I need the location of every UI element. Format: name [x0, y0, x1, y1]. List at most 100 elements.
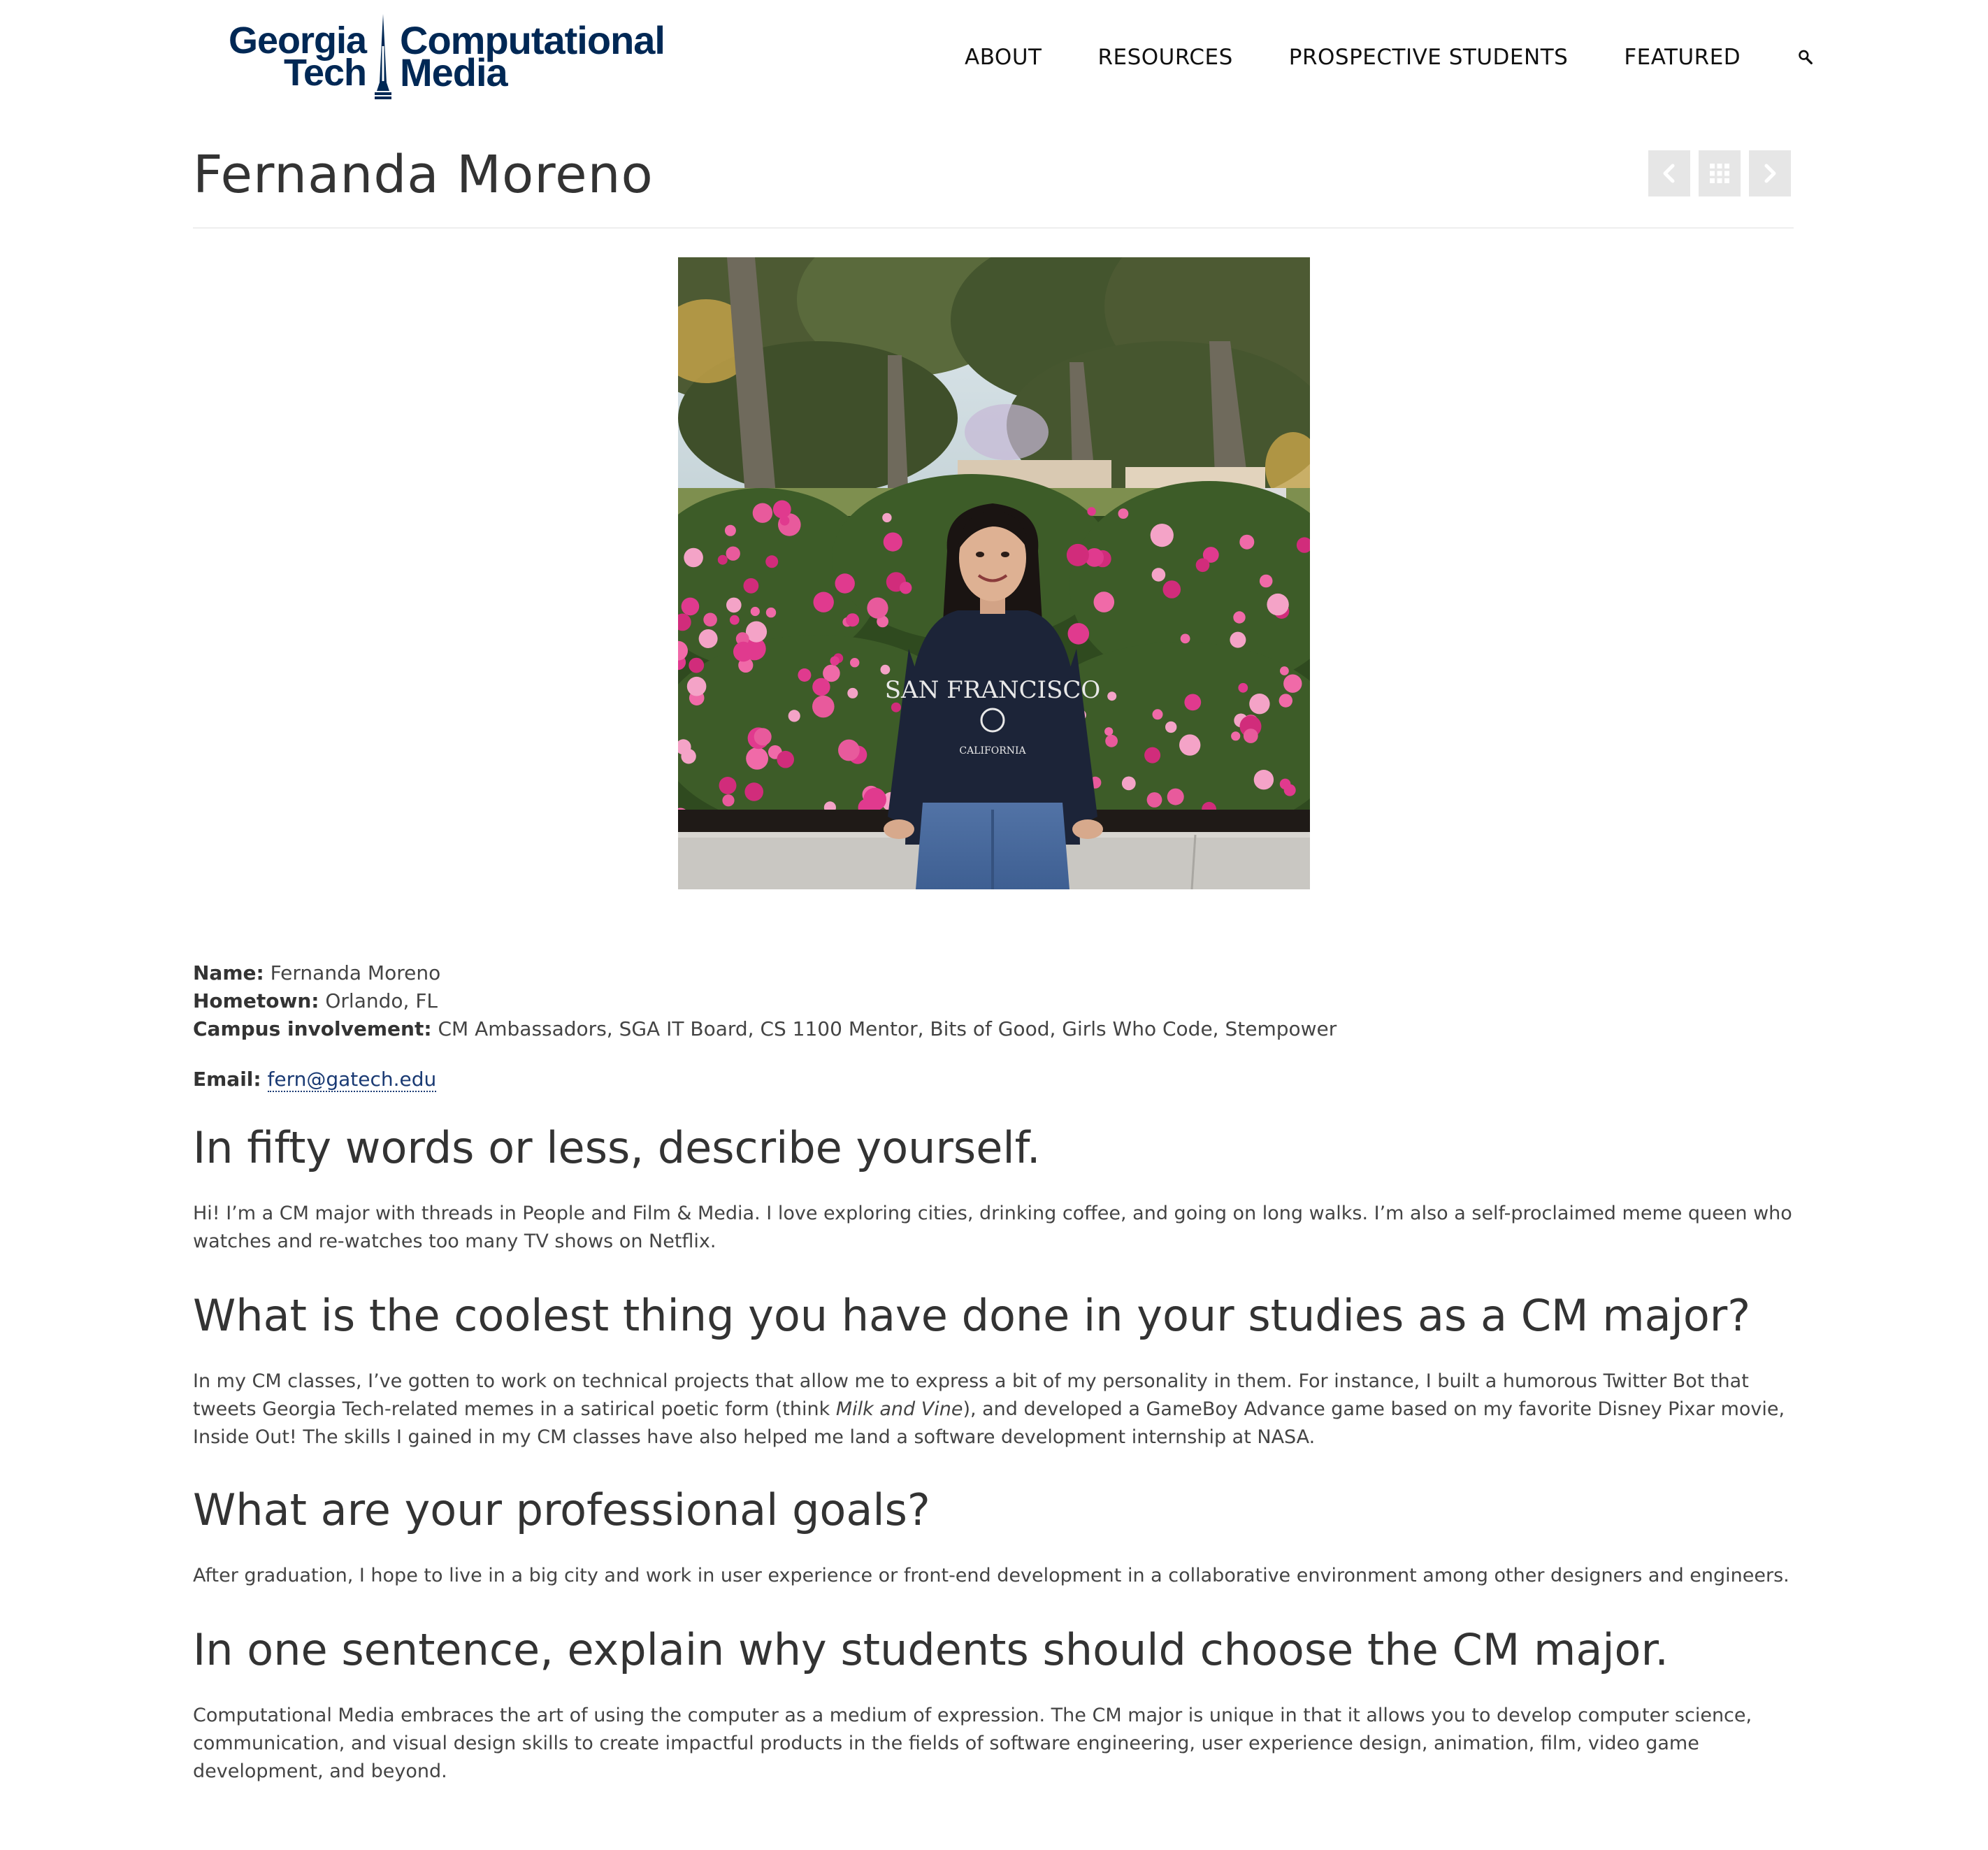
flower	[689, 657, 705, 673]
flower	[1230, 631, 1246, 648]
flower	[1233, 611, 1246, 624]
flower	[717, 554, 728, 565]
flower	[1107, 691, 1117, 701]
answer-text-italic: Milk and Vine	[835, 1398, 963, 1420]
name-label: Name:	[193, 961, 264, 984]
flower	[846, 613, 860, 627]
qa-section-3: What are your professional goals? After …	[193, 1482, 1801, 1590]
flower	[686, 676, 707, 696]
title-divider	[193, 227, 1794, 229]
flower	[681, 597, 700, 616]
flower	[1283, 784, 1296, 796]
involvement-value: CM Ambassadors, SGA IT Board, CS 1100 Me…	[438, 1017, 1337, 1040]
flower	[812, 695, 835, 718]
flower	[1066, 543, 1089, 566]
involvement-label: Campus involvement:	[193, 1017, 432, 1040]
flower	[772, 500, 791, 519]
email-row: Email: fern@gatech.edu	[193, 1066, 1794, 1093]
flower	[719, 777, 737, 794]
nav-about[interactable]: ABOUT	[965, 45, 1042, 70]
flower	[835, 573, 855, 594]
flower	[1267, 593, 1289, 616]
flower	[867, 597, 888, 619]
flower	[883, 532, 902, 552]
nav-resources[interactable]: RESOURCES	[1097, 45, 1232, 70]
nav-featured[interactable]: FEATURED	[1624, 45, 1741, 70]
flower	[698, 629, 718, 648]
qa-section-2: What is the coolest thing you have done …	[193, 1288, 1801, 1451]
flower	[1239, 534, 1255, 550]
flower	[788, 710, 800, 722]
flower	[726, 546, 740, 561]
search-icon[interactable]	[1796, 43, 1815, 71]
flower	[1118, 508, 1129, 519]
flower	[726, 597, 742, 613]
flower	[681, 749, 696, 764]
next-post-button[interactable]	[1749, 150, 1791, 196]
chevron-right-icon	[1764, 164, 1776, 183]
flower	[838, 739, 860, 761]
answer-text: After graduation, I hope to live in a bi…	[193, 1565, 1789, 1586]
flower	[1105, 734, 1118, 747]
flower	[752, 503, 773, 523]
flower	[1162, 580, 1181, 598]
previous-post-button[interactable]	[1648, 150, 1690, 196]
answer-text: Hi! I’m a CM major with threads in Peopl…	[193, 1203, 1792, 1252]
flower	[847, 687, 858, 698]
flower	[754, 728, 772, 746]
flower	[750, 606, 760, 617]
question-heading: In fifty words or less, describe yoursel…	[193, 1122, 1041, 1173]
flower	[1152, 709, 1163, 720]
flower	[765, 555, 779, 568]
tech-tower-spire-icon	[375, 14, 391, 99]
email-link[interactable]: fern@gatech.edu	[267, 1068, 437, 1092]
answer-text: In my CM classes, I’ve gotten to work on…	[193, 1368, 1801, 1451]
question-heading: What are your professional goals?	[193, 1484, 930, 1535]
flower	[850, 658, 860, 668]
grid-icon	[1710, 164, 1729, 183]
flower	[798, 668, 812, 682]
flower	[880, 664, 891, 675]
question-heading: In one sentence, explain why students sh…	[193, 1624, 1669, 1675]
flower	[1243, 729, 1258, 743]
flower	[1249, 694, 1270, 715]
site-header: Georgia Tech Computational Media ABOUT R…	[0, 0, 1988, 112]
flower	[1231, 731, 1241, 741]
post-navigation	[1648, 150, 1791, 196]
hometown-label: Hometown:	[193, 989, 319, 1012]
flower	[724, 524, 736, 536]
all-posts-grid-button[interactable]	[1699, 150, 1741, 196]
flower	[1104, 727, 1114, 736]
chevron-left-icon	[1663, 164, 1675, 183]
flower	[1195, 558, 1210, 573]
hometown-value: Orlando, FL	[325, 989, 438, 1012]
page-title: Fernanda Moreno	[193, 145, 654, 205]
logo-georgia-tech: Georgia Tech	[193, 22, 367, 92]
nav-prospective-students[interactable]: PROSPECTIVE STUDENTS	[1289, 45, 1569, 70]
profile-photo: SAN FRANCISCO CALIFORNIA	[678, 257, 1310, 889]
flower	[1184, 694, 1202, 711]
question-heading: What is the coolest thing you have done …	[193, 1290, 1751, 1341]
page: Georgia Tech Computational Media ABOUT R…	[0, 0, 1988, 1850]
flower	[1151, 568, 1166, 582]
main-nav: ABOUT RESOURCES PROSPECTIVE STUDENTS FEA…	[909, 36, 1815, 78]
flower	[746, 747, 768, 770]
flower	[813, 591, 834, 612]
flower	[777, 750, 794, 768]
logo-computational-media: Computational Media	[400, 21, 665, 92]
flower	[900, 582, 912, 594]
flower	[1238, 682, 1248, 693]
flower	[1280, 666, 1289, 675]
flower	[703, 612, 717, 627]
flower	[744, 782, 763, 801]
flower	[882, 512, 892, 523]
flower	[722, 794, 735, 807]
flower	[1067, 623, 1090, 645]
gt-cm-logo[interactable]: Georgia Tech Computational Media	[193, 13, 703, 101]
flower	[1146, 792, 1162, 808]
flower	[1253, 770, 1274, 790]
flower	[1150, 524, 1174, 547]
flower	[830, 656, 840, 666]
hometown-row: Hometown: Orlando, FL	[193, 987, 1794, 1015]
flower	[1283, 674, 1302, 693]
